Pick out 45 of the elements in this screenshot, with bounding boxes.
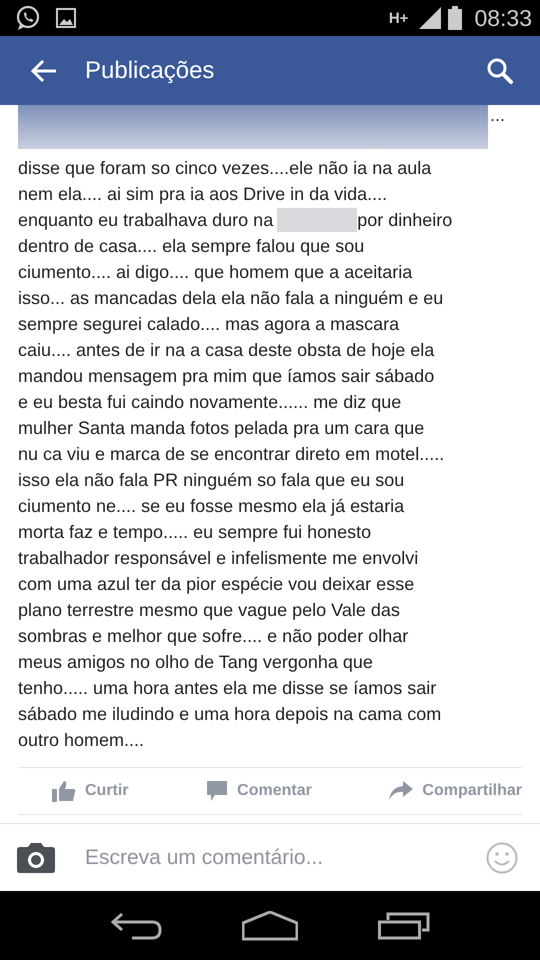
home-icon[interactable] [242,910,298,941]
post-text-line: por dinheiro [357,209,452,232]
recent-apps-icon[interactable] [378,912,430,940]
post-text-line: tenho..... uma hora antes ela me disse se íamos sair [18,677,436,700]
post-text-line: ciumento.... ai digo.... que homem que a aceitaria [18,261,412,284]
post-text-line: nu ca viu e marca de se encontrar direto em motel..... [18,443,444,466]
post-text-line: ciumento ne.... se eu fosse mesmo ela já estaria [18,495,404,518]
post-text-line: sombras e melhor que sofre.... e não poder olhar [18,625,408,648]
post-text-line: caiu.... antes de ir na a casa deste obsta de hoje ela [18,339,434,362]
ellipsis: ... [490,105,506,126]
post-text-line: meus amigos no olho de Tang vergonha que [18,651,373,674]
back-arrow-icon[interactable] [30,58,58,83]
post-text-line: outro homem.... [18,729,144,752]
post-text-line: mulher Santa manda fotos pelada pra um cara que [18,417,424,440]
share-button[interactable]: Compartilhar [389,781,522,802]
post-text-line: com uma azul ter da pior espécie vou deixar esse [18,573,414,596]
screen-title: Publicações [85,56,216,85]
post-text-line: sempre segurei calado.... mas agora a mascara [18,313,400,336]
thumbs-up-icon [52,780,76,802]
post-text-line: isso ela não fala PR ninguém so fala que eu sou [18,469,404,492]
post-text-line: e eu besta fui caindo novamente...... me diz que [18,391,402,414]
search-icon[interactable] [486,56,514,85]
camera-icon[interactable] [17,842,55,873]
chat-bubble-icon [15,5,41,32]
comment-button[interactable]: Comentar [206,780,312,802]
image-icon [55,7,77,30]
clock: 08:33 [474,4,532,32]
post-text-line: morta faz e tempo..... eu sempre fui honesto [18,521,372,544]
battery-icon [448,6,462,30]
post-text-line: sábado me iludindo e uma hora depois na cama com [18,703,442,726]
post-text-line: mandou mensagem pra mim que íamos sair sábado [18,365,434,388]
back-icon[interactable] [110,912,162,940]
speech-bubble-icon [206,780,228,802]
share-arrow-icon [389,781,414,802]
comment-field[interactable]: Escreva um comentário... [85,846,456,870]
post-text-line: dentro de casa.... ela sempre falou que sou [18,235,364,258]
like-button[interactable]: Curtir [52,780,129,802]
post-text-line: nem ela.... ai sim pra ia aos Drive in da vida.... [18,183,388,206]
post-text-line: trabalhador responsável e infelismente me envolvi [18,547,418,570]
post-text-line: plano terrestre mesmo que vague pelo Vale das [18,599,400,622]
signal-icon [418,7,442,30]
post-text-line: isso... as mancadas dela ela não fala a ninguém e eu [18,287,444,310]
network-type: H+ [388,10,408,27]
post-text-line: disse que foram so cinco vezes....ele não ia na aula [18,157,432,180]
post-text-line: enquanto eu trabalhava duro na [18,209,274,232]
